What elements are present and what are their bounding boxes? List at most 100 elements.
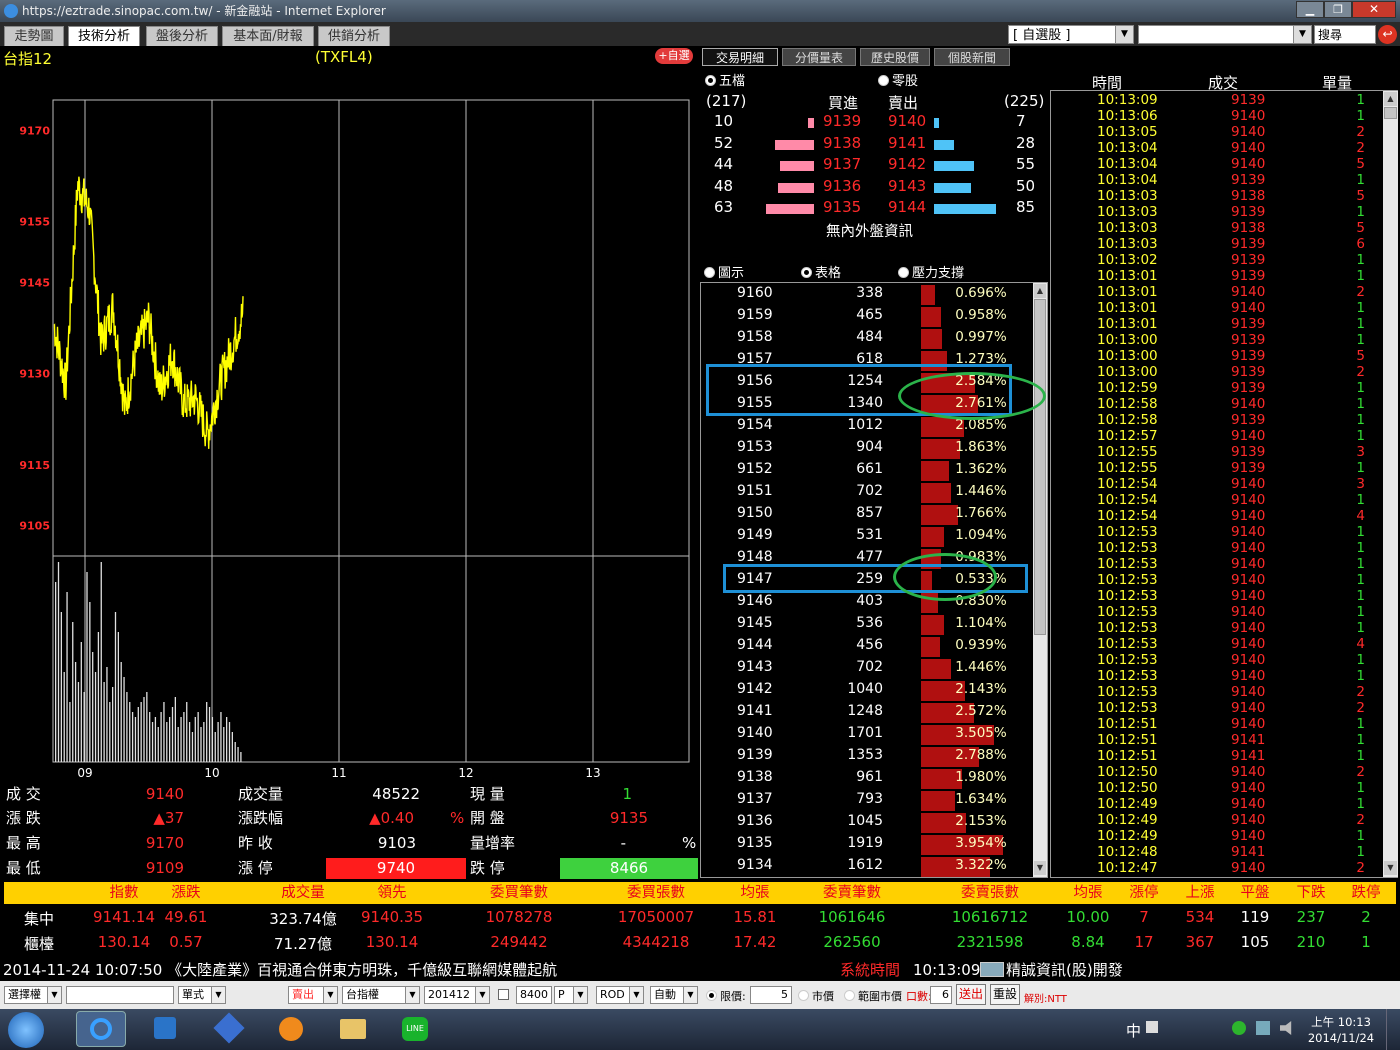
strike-input[interactable]: 8400 xyxy=(516,986,552,1004)
scroll-up-icon[interactable]: ▲ xyxy=(1034,284,1046,298)
taskbar-orange-icon[interactable] xyxy=(266,1011,316,1047)
market-header: 跌停 xyxy=(1351,885,1381,901)
bid-price: 9135 xyxy=(823,198,862,216)
scroll-thumb[interactable] xyxy=(1384,107,1397,119)
vtable-pct: 1.446% xyxy=(955,483,1007,499)
trade-qty: 2 xyxy=(1356,812,1365,828)
tab-trade-detail[interactable]: 交易明細 xyxy=(702,48,778,66)
show-desktop-button[interactable] xyxy=(1386,1009,1400,1050)
vtable-row[interactable]: 9139 1353 2.788% xyxy=(701,746,1033,768)
radio-market-price[interactable]: 市價 xyxy=(798,988,834,1004)
search-go-icon[interactable]: ↩ xyxy=(1378,25,1397,44)
ime-indicator[interactable]: 中 xyxy=(1126,1020,1141,1041)
vtable-row[interactable]: 9149 531 1.094% xyxy=(701,526,1033,548)
order-input[interactable] xyxy=(66,986,174,1004)
scroll-down-icon[interactable]: ▼ xyxy=(1034,861,1046,875)
taskbar-media-icon[interactable] xyxy=(140,1011,190,1047)
price-chart[interactable]: 9170 9155 9145 9130 9115 9105 09 10 11 12 13 xyxy=(0,70,700,782)
vtable-row[interactable]: 9143 702 1.446% xyxy=(701,658,1033,680)
vtable-row[interactable]: 9134 1612 3.322% xyxy=(701,856,1033,877)
vtable-row[interactable]: 9153 904 1.863% xyxy=(701,438,1033,460)
add-favorite-button[interactable]: +自選 xyxy=(655,48,693,64)
tab-supply[interactable]: 供銷分析 xyxy=(318,26,390,46)
vtable-row[interactable]: 9151 702 1.446% xyxy=(701,482,1033,504)
ime-mode-icon[interactable] xyxy=(1146,1021,1158,1033)
vtable-price: 9158 xyxy=(737,329,773,345)
volume-bar xyxy=(86,572,88,762)
tray-line-icon[interactable] xyxy=(1232,1021,1246,1035)
volume-bar xyxy=(217,722,219,762)
product-select[interactable]: 選擇權 ▼ xyxy=(4,986,62,1004)
radio-limit-price[interactable]: 限價: xyxy=(706,988,746,1004)
start-button[interactable] xyxy=(8,1012,44,1048)
vtable-scrollbar[interactable]: ▲ ▼ xyxy=(1033,283,1047,877)
tab-history[interactable]: 歷史股價 xyxy=(860,48,930,66)
reset-button[interactable]: 重設 xyxy=(990,984,1020,1005)
radio-table-view[interactable]: 表格 xyxy=(801,262,841,281)
taskbar-ie-icon[interactable] xyxy=(76,1011,126,1047)
mode-select[interactable]: 自動 ▼ xyxy=(650,986,698,1004)
order-type-select[interactable]: 單式 ▼ xyxy=(178,986,226,1004)
vtable-row[interactable]: 9158 484 0.997% xyxy=(701,328,1033,350)
vtable-row[interactable]: 9138 961 1.980% xyxy=(701,768,1033,790)
tab-after-hours[interactable]: 盤後分析 xyxy=(146,26,218,46)
vtable-row[interactable]: 9145 536 1.104% xyxy=(701,614,1033,636)
vtable-row[interactable]: 9137 793 1.634% xyxy=(701,790,1033,812)
radio-odd-lot[interactable]: 零股 xyxy=(878,70,918,89)
vtable-row[interactable]: 9140 1701 3.505% xyxy=(701,724,1033,746)
radio-range-price[interactable]: 範圍市價 xyxy=(844,988,902,1004)
trade-price: 9140 xyxy=(1231,396,1266,412)
trades-list[interactable]: 10:13:09 9139 1 10:13:06 9140 1 10:13:05 9140 2 1… xyxy=(1050,90,1398,878)
minimize-button[interactable]: ▁ xyxy=(1296,1,1324,18)
scroll-up-icon[interactable]: ▲ xyxy=(1384,92,1397,106)
restore-button[interactable]: ❐ xyxy=(1324,1,1352,18)
trade-qty: 1 xyxy=(1356,428,1365,444)
highlight-ellipse-1 xyxy=(898,372,1046,420)
tab-fundamentals[interactable]: 基本面/財報 xyxy=(222,26,314,46)
lots-input[interactable]: 6 xyxy=(930,986,952,1004)
vtable-row[interactable]: 9144 456 0.939% xyxy=(701,636,1033,658)
taskbar-folder-icon[interactable] xyxy=(328,1011,378,1047)
side-select[interactable]: 賣出 ▼ xyxy=(288,986,338,1004)
month-select[interactable]: 201412 ▼ xyxy=(424,986,490,1004)
radio-chart-view[interactable]: 圖示 xyxy=(704,262,744,281)
vtable-row[interactable]: 9152 661 1.362% xyxy=(701,460,1033,482)
market-cell: 49.61 xyxy=(164,908,208,926)
cond-select[interactable]: ROD ▼ xyxy=(596,986,644,1004)
underlying-select[interactable]: 台指權 ▼ xyxy=(342,986,420,1004)
trades-scrollbar[interactable]: ▲ ▼ xyxy=(1383,91,1398,877)
vtable-row[interactable]: 9136 1045 2.153% xyxy=(701,812,1033,834)
strike-checkbox[interactable] xyxy=(498,989,509,1000)
trade-row: 10:13:00 9139 1 xyxy=(1051,332,1381,348)
close-button[interactable]: ✕ xyxy=(1352,1,1396,18)
vtable-row[interactable]: 9159 465 0.958% xyxy=(701,306,1033,328)
vtable-price: 9139 xyxy=(737,747,773,763)
scroll-down-icon[interactable]: ▼ xyxy=(1384,861,1397,875)
vtable-row[interactable]: 9160 338 0.696% xyxy=(701,284,1033,306)
vtable-row[interactable]: 9142 1040 2.143% xyxy=(701,680,1033,702)
scroll-thumb[interactable] xyxy=(1034,299,1046,635)
vtable-row[interactable]: 9150 857 1.766% xyxy=(701,504,1033,526)
tab-news[interactable]: 個股新聞 xyxy=(934,48,1010,66)
symbol-input[interactable]: ▼ xyxy=(1138,25,1312,44)
radio-five-levels[interactable]: 五檔 xyxy=(705,70,745,89)
news-headline[interactable]: 2014-11-24 10:07:50 《大陸產業》百視通合併東方明珠，千億級互… xyxy=(3,960,557,980)
price-input[interactable]: 5 xyxy=(750,986,792,1004)
vtable-row[interactable]: 9141 1248 2.572% xyxy=(701,702,1033,724)
tab-trend[interactable]: 走勢圖 xyxy=(4,26,64,46)
network-icon[interactable] xyxy=(1256,1021,1270,1035)
volume-icon[interactable] xyxy=(1280,1021,1292,1035)
search-field[interactable]: 搜尋 xyxy=(1314,25,1376,44)
tab-technical[interactable]: 技術分析 xyxy=(68,26,140,46)
vtable-row[interactable]: 9135 1919 3.954% xyxy=(701,834,1033,856)
watchlist-select[interactable]: [ 自選股 ] ▼ xyxy=(1008,25,1134,44)
volume-bar xyxy=(103,682,105,762)
radio-support-view[interactable]: 壓力支撐 xyxy=(898,262,964,281)
taskbar-app-icon[interactable] xyxy=(204,1011,254,1047)
cp-select[interactable]: P ▼ xyxy=(554,986,588,1004)
vtable-row[interactable]: 9146 403 0.830% xyxy=(701,592,1033,614)
taskbar-line-icon[interactable]: LINE xyxy=(390,1011,440,1047)
tab-price-volume[interactable]: 分價量表 xyxy=(782,48,856,66)
send-button[interactable]: 送出 xyxy=(956,984,986,1005)
clock[interactable]: 上午 10:13 2014/11/24 xyxy=(1304,1014,1378,1046)
